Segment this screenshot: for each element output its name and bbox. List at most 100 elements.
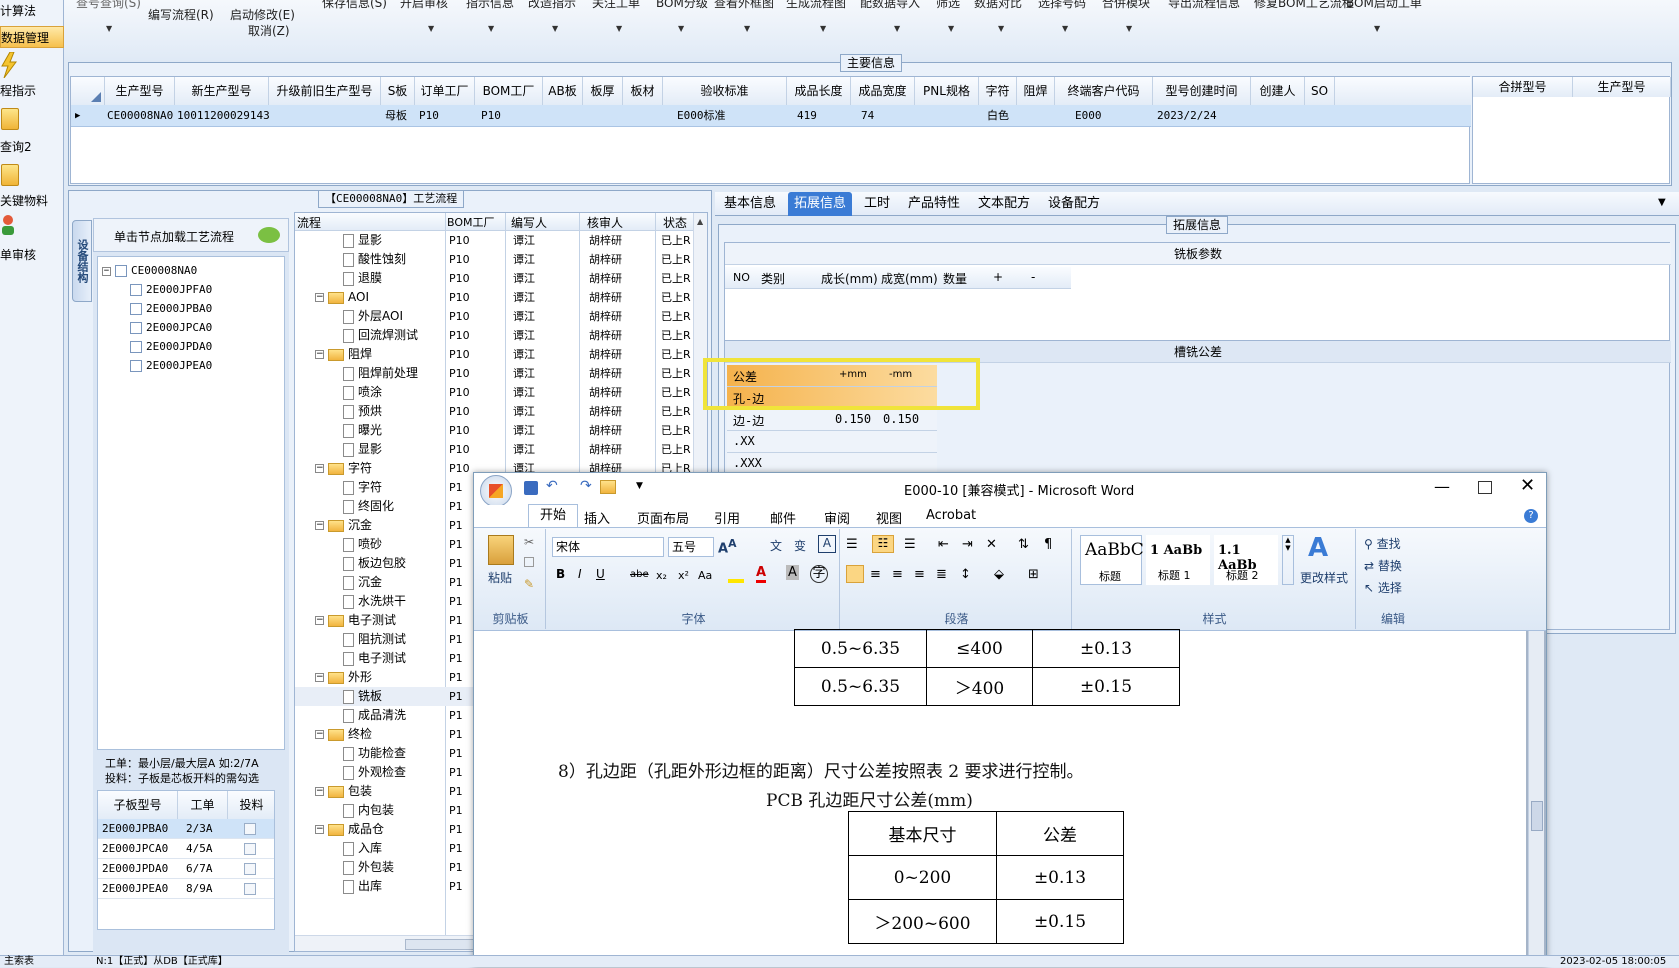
menu-edit-flow[interactable]: 编写流程(R) — [148, 6, 214, 23]
subboard-row[interactable]: 2E000JPBA0 2/3A — [98, 819, 274, 839]
menu-compare[interactable]: 数据对比 — [974, 0, 1022, 11]
checkbox-icon[interactable] — [115, 265, 127, 277]
nav-item-key-material[interactable]: 关键物料 — [0, 192, 64, 209]
flow-row[interactable]: 曝光 P10 谭江 胡梓研 已上R — [295, 421, 691, 440]
checkbox-icon[interactable] — [130, 360, 142, 372]
col-header[interactable]: BOM工厂 — [447, 214, 495, 230]
tol-cell[interactable]: 0.150 — [883, 412, 919, 426]
flow-step-node[interactable]: 沉金 — [343, 573, 382, 592]
superscript-icon[interactable]: x² — [678, 569, 689, 582]
highlight-icon[interactable] — [728, 567, 744, 583]
collapse-icon[interactable]: − — [315, 825, 324, 834]
chevron-down-icon[interactable]: ▼ — [552, 24, 558, 33]
col-header[interactable]: 字符 — [979, 77, 1017, 105]
col-header[interactable]: 终端客户代码 — [1055, 77, 1153, 105]
collapse-icon[interactable]: − — [315, 350, 324, 359]
nav-item-order-audit[interactable]: 单审核 — [0, 246, 64, 263]
flow-step-node[interactable]: 曝光 — [343, 421, 382, 440]
justify-icon[interactable]: ≡ — [914, 567, 925, 582]
flow-step-node[interactable]: 外层AOI — [343, 307, 403, 326]
col-header[interactable]: 核审人 — [587, 214, 623, 231]
col-header[interactable]: SO — [1305, 77, 1335, 105]
asian-layout-icon[interactable]: ✕ — [986, 537, 997, 552]
grow-font-icon[interactable]: AA — [718, 537, 736, 556]
find-button[interactable]: ⚲ 查找 — [1364, 535, 1401, 552]
align-right-icon[interactable]: ≡ — [892, 567, 903, 582]
font-name-select[interactable]: 宋体 — [552, 537, 664, 557]
menu-indicate[interactable]: 指示信息 — [466, 0, 514, 11]
select-button[interactable]: ↖ 选择 — [1364, 579, 1402, 596]
format-painter-icon[interactable]: ✎ — [524, 577, 534, 591]
enclosed-char-icon[interactable]: 字 — [810, 565, 828, 583]
flow-group-node[interactable]: − 沉金 — [315, 516, 372, 535]
change-styles-button[interactable]: 更改样式 — [1300, 569, 1348, 586]
collapse-icon[interactable]: − — [315, 293, 324, 302]
flow-row[interactable]: − AOI P10 谭江 胡梓研 已上R — [295, 288, 691, 307]
tab-review[interactable]: 审阅 — [824, 508, 850, 527]
tab-view[interactable]: 视图 — [876, 508, 902, 527]
flow-group-node[interactable]: − 终检 — [315, 725, 372, 744]
flow-step-node[interactable]: 预烘 — [343, 402, 382, 421]
col-header[interactable]: 型号创建时间 — [1153, 77, 1251, 105]
flow-step-node[interactable]: 喷砂 — [343, 535, 382, 554]
col-header[interactable]: 订单工厂 — [415, 77, 475, 105]
tab-text-recipe[interactable]: 文本配方 — [972, 192, 1036, 216]
help-icon[interactable]: ? — [1524, 509, 1538, 523]
col-header[interactable]: 验收标准 — [663, 77, 787, 105]
flow-row[interactable]: 显影 P10 谭江 胡梓研 已上R — [295, 231, 691, 250]
flow-step-node[interactable]: 回流焊测试 — [343, 326, 418, 345]
checkbox-icon[interactable] — [130, 303, 142, 315]
menu-audit[interactable]: 开启审核 — [400, 0, 448, 11]
flow-row[interactable]: 退膜 P10 谭江 胡梓研 已上R — [295, 269, 691, 288]
menu-start-modify[interactable]: 启动修改(E) — [230, 6, 295, 23]
menu-select[interactable]: 选择号码 — [1038, 0, 1086, 11]
nav-item-calc[interactable]: 计算法 — [0, 2, 64, 19]
increase-indent-icon[interactable]: ⇥ — [962, 537, 973, 552]
copy-icon[interactable] — [524, 557, 534, 567]
tree-node[interactable]: 2E000JPDA0 — [130, 337, 212, 356]
col-header[interactable]: 板材 — [623, 77, 663, 105]
flow-step-node[interactable]: 阻焊前处理 — [343, 364, 418, 383]
flow-row[interactable]: 显影 P10 谭江 胡梓研 已上R — [295, 440, 691, 459]
col-header[interactable]: 编写人 — [511, 214, 547, 231]
col-header[interactable]: BOM工厂 — [475, 77, 543, 105]
flow-row[interactable]: 外层AOI P10 谭江 胡梓研 已上R — [295, 307, 691, 326]
style-heading2[interactable]: 1.1 AaBb 标题 2 — [1214, 535, 1278, 585]
checkbox-icon[interactable] — [130, 322, 142, 334]
col-header[interactable]: 升级前旧生产型号 — [269, 77, 381, 105]
tab-device-recipe[interactable]: 设备配方 — [1042, 192, 1106, 216]
col-header[interactable]: 子板型号 — [98, 791, 178, 819]
col-header[interactable]: 数量 — [943, 270, 967, 287]
undo-icon[interactable]: ↶ — [546, 478, 558, 494]
minimize-button[interactable]: — — [1434, 477, 1450, 496]
flow-row[interactable]: − 阻焊 P10 谭江 胡梓研 已上R — [295, 345, 691, 364]
tol-cell[interactable]: 0.150 — [835, 412, 871, 426]
flow-group-node[interactable]: − 阻焊 — [315, 345, 372, 364]
checkbox-icon[interactable] — [130, 284, 142, 296]
save-icon[interactable] — [524, 481, 538, 495]
col-header[interactable]: 创建人 — [1251, 77, 1305, 105]
flow-step-node[interactable]: 喷涂 — [343, 383, 382, 402]
feed-checkbox[interactable] — [244, 883, 256, 895]
flow-row[interactable]: 阻焊前处理 P10 谭江 胡梓研 已上R — [295, 364, 691, 383]
menu-query[interactable]: 查号查询(S) — [76, 0, 141, 11]
chevron-down-icon[interactable]: ▼ — [1658, 197, 1666, 208]
chevron-down-icon[interactable]: ▼ — [998, 24, 1004, 33]
tab-basic[interactable]: 基本信息 — [718, 192, 782, 216]
chevron-down-icon[interactable]: ▼ — [636, 481, 643, 491]
tree-node[interactable]: 2E000JPCA0 — [130, 318, 212, 337]
chevron-down-icon[interactable]: ▼ — [428, 24, 434, 33]
flow-step-node[interactable]: 出库 — [343, 877, 382, 896]
tab-acrobat[interactable]: Acrobat — [926, 508, 976, 523]
replace-button[interactable]: ⇄ 替换 — [1364, 557, 1402, 574]
col-header[interactable]: 板厚 — [583, 77, 623, 105]
chevron-down-icon[interactable]: ▼ — [1062, 24, 1068, 33]
style-heading1[interactable]: 1 AaBb 标题 1 — [1146, 535, 1210, 585]
flow-group-node[interactable]: − 电子测试 — [315, 611, 396, 630]
subboard-row[interactable]: 2E000JPCA0 4/5A — [98, 839, 274, 859]
flow-step-node[interactable]: 内包装 — [343, 801, 394, 820]
flow-step-node[interactable]: 终固化 — [343, 497, 394, 516]
flow-step-node[interactable]: 板边包胶 — [343, 554, 406, 573]
flow-step-node[interactable]: 入库 — [343, 839, 382, 858]
col-header[interactable]: 工单 — [178, 791, 228, 819]
